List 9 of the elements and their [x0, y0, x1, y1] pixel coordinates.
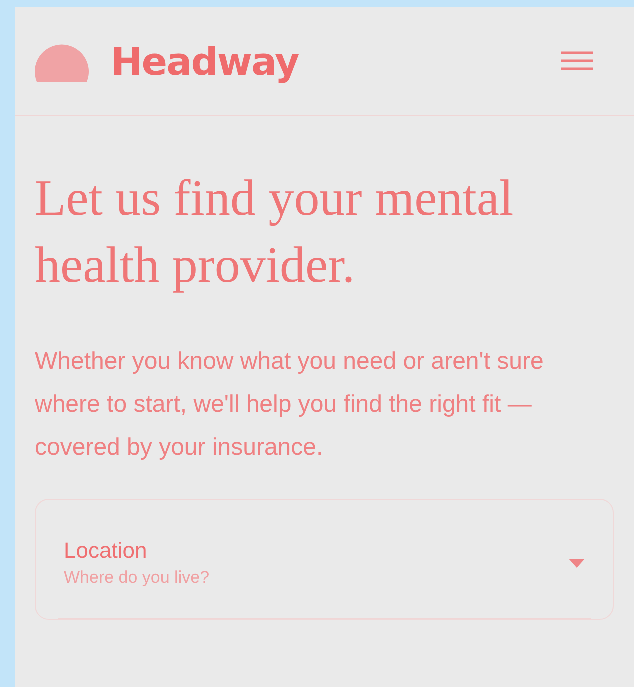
brand-name: Headway	[111, 40, 299, 84]
headline: Let us find your mental health provider.	[35, 170, 515, 296]
logo-icon	[35, 42, 89, 82]
location-dropdown[interactable]: Location Where do you live?	[58, 530, 591, 618]
intro-text: Whether you know what you need or aren't sure where to start, we'll help you find the right fit — covered by your insurance.	[35, 347, 545, 463]
field-label: Location	[64, 538, 148, 564]
menu-button[interactable]	[560, 51, 594, 71]
field-placeholder: Where do you live?	[64, 568, 210, 588]
caret-icon	[569, 558, 585, 568]
